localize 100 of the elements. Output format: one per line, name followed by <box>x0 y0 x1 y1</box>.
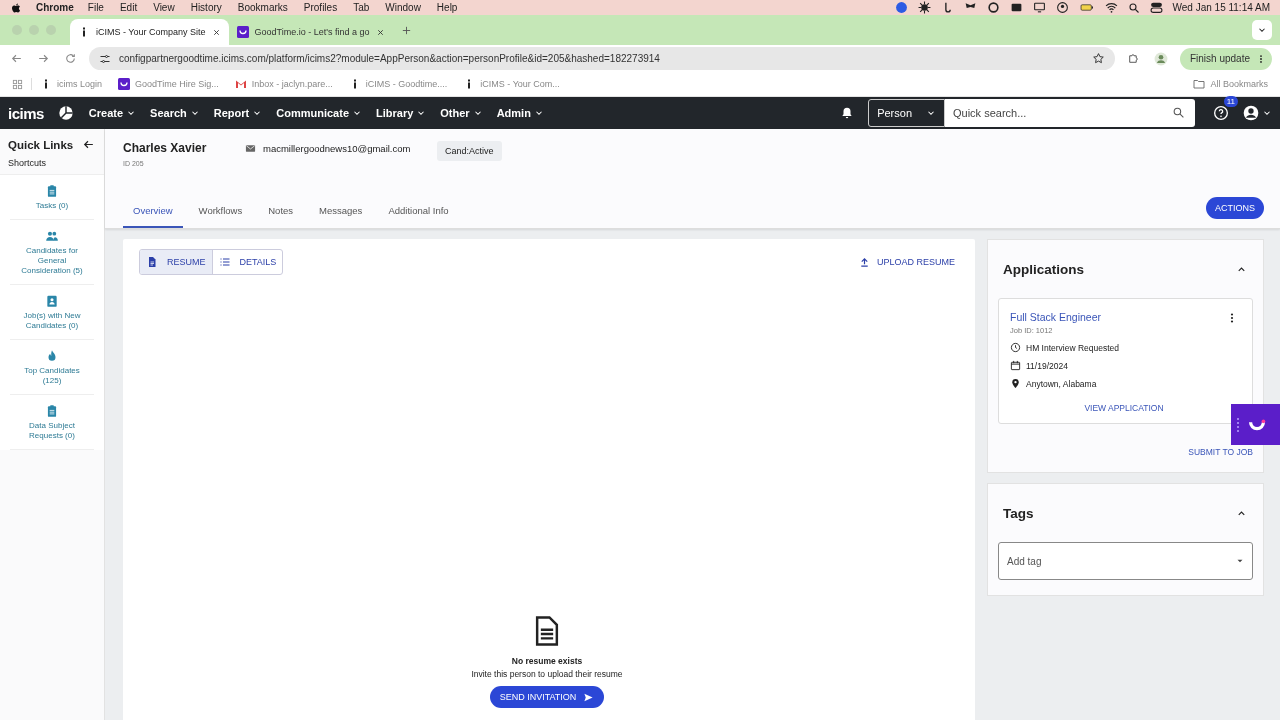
reload-icon[interactable] <box>64 52 77 65</box>
nav-menu[interactable]: Admin <box>489 107 551 119</box>
send-invitation-button[interactable]: SEND INVITATION <box>489 686 605 708</box>
upload-resume-button[interactable]: UPLOAD RESUME <box>858 256 955 268</box>
zoom-icon[interactable] <box>894 1 908 14</box>
avatar-icon <box>1243 105 1259 121</box>
clock: Wed Jan 15 11:14 AM <box>1172 2 1270 13</box>
battery-icon[interactable] <box>1078 1 1095 14</box>
chat-widget-button[interactable] <box>1231 404 1280 445</box>
menu-item[interactable]: Tab <box>353 2 370 13</box>
browser-tab[interactable]: GoodTime.io - Let's find a go <box>228 19 393 45</box>
shortcut-link[interactable]: Candidates for General Consideration (5) <box>10 220 94 285</box>
sidebar-title: Quick Links <box>8 138 74 151</box>
upload-icon <box>858 256 870 268</box>
close-icon[interactable] <box>375 27 385 37</box>
view-application-button[interactable]: VIEW APPLICATION <box>1084 403 1164 413</box>
job-title-link[interactable]: Full Stack Engineer <box>1010 311 1102 323</box>
profile-icon[interactable] <box>1153 51 1168 66</box>
menu-item[interactable]: Window <box>385 2 421 13</box>
folder-icon <box>1193 78 1206 90</box>
bookmark[interactable]: GoodTime Hire Sig... <box>118 78 219 90</box>
apps-icon[interactable] <box>12 78 23 90</box>
shortcut-link[interactable]: Tasks (0) <box>10 175 94 220</box>
profile-tab[interactable]: Notes <box>258 195 304 228</box>
empty-state-message: Invite this person to upload their resume <box>471 669 623 679</box>
view-toggle-button[interactable]: DETAILS <box>211 250 283 274</box>
back-icon[interactable] <box>10 52 23 65</box>
bookmark[interactable]: iCIMS - Goodtime.... <box>348 78 448 90</box>
finish-update-button[interactable]: Finish update <box>1179 47 1272 70</box>
plus-icon[interactable] <box>400 24 412 36</box>
application-date: 11/19/2024 <box>1026 360 1068 371</box>
shortcut-link[interactable]: Job(s) with New Candidates (0) <box>10 285 94 340</box>
pie-chart-icon[interactable] <box>57 105 74 121</box>
application-status: HM Interview Requested <box>1026 342 1120 353</box>
tag-dropdown[interactable]: Add tag <box>998 542 1253 580</box>
clipboard-icon <box>45 404 59 418</box>
status-badge: Cand:Active <box>437 141 502 161</box>
calendar-icon <box>1010 360 1021 371</box>
quick-search-field[interactable]: Quick search... <box>945 99 1195 127</box>
notification-badge: 11 <box>1223 96 1238 107</box>
account-menu[interactable] <box>1243 105 1272 121</box>
email-address: macmillergoodnews10@gmail.com <box>263 143 411 154</box>
forward-icon[interactable] <box>37 52 50 65</box>
nav-menu[interactable]: Report <box>206 107 270 119</box>
nav-menu[interactable]: Search <box>143 107 207 119</box>
view-toggle-button[interactable]: RESUME <box>140 250 212 274</box>
menu-item[interactable]: Profiles <box>303 2 338 13</box>
back-arrow-icon[interactable] <box>82 138 95 151</box>
profile-tab[interactable]: Additional Info <box>378 195 459 228</box>
menu-item[interactable]: Help <box>436 2 458 13</box>
monitor-icon[interactable] <box>1032 1 1046 14</box>
profile-tab[interactable]: Messages <box>309 195 373 228</box>
nav-menu[interactable]: Communicate <box>269 107 369 119</box>
search-icon[interactable] <box>1127 1 1140 14</box>
menu-item[interactable]: Bookmarks <box>237 2 288 13</box>
apple-icon <box>10 1 22 14</box>
bookmark[interactable]: Inbox - jaclyn.pare... <box>234 78 333 90</box>
profile-tab[interactable]: Workflows <box>188 195 253 228</box>
star-icon[interactable] <box>1091 52 1105 65</box>
nav-menu[interactable]: Other <box>433 107 490 119</box>
panel-title: Applications <box>1003 261 1084 277</box>
user-icon[interactable] <box>1055 1 1069 14</box>
mail-icon <box>234 78 247 90</box>
logo[interactable]: icims <box>8 104 44 122</box>
help-icon[interactable] <box>1213 105 1229 121</box>
sun-icon[interactable] <box>917 1 931 14</box>
shortcut-link[interactable]: Data Subject Requests (0) <box>10 395 94 450</box>
all-bookmarks-button[interactable]: All Bookmarks <box>1193 78 1268 90</box>
menu-item[interactable]: History <box>190 2 222 13</box>
document-icon <box>146 256 158 268</box>
circle-icon[interactable] <box>986 1 1000 14</box>
list-icon <box>218 256 231 268</box>
browser-tab[interactable]: iCIMS - Your Company Site <box>70 19 229 45</box>
menu-item[interactable]: File <box>87 2 104 13</box>
app-menu[interactable]: Chrome <box>36 2 74 13</box>
panel-title: Tags <box>1003 505 1034 521</box>
search-scope-dropdown[interactable]: Person <box>868 99 945 127</box>
tune-icon[interactable] <box>99 52 111 65</box>
shortcut-link[interactable]: Top Candidates (125) <box>10 340 94 395</box>
menu-item[interactable]: View <box>153 2 175 13</box>
address-bar[interactable]: configpartnergoodtime.icims.com/platform/icims2?module=AppPerson&action=personProfile&id=205&hashed=182273914 <box>89 47 1115 70</box>
logo-icon <box>236 26 249 38</box>
mail-icon <box>245 143 256 154</box>
wifi-icon[interactable] <box>1104 1 1118 14</box>
nav-menu[interactable]: Create <box>81 107 144 119</box>
menu-item[interactable]: Edit <box>119 2 138 13</box>
profile-tab[interactable]: Overview <box>123 195 183 228</box>
send-icon <box>583 691 595 703</box>
clock-icon <box>1010 342 1021 353</box>
submit-to-job-button[interactable]: SUBMIT TO JOB <box>1188 447 1253 457</box>
people-icon <box>45 229 59 243</box>
window-icon[interactable] <box>1009 1 1023 14</box>
close-icon[interactable] <box>211 27 221 37</box>
search-icon[interactable] <box>1172 106 1185 119</box>
bookmark[interactable]: icims Login <box>40 78 103 90</box>
toggle-icon[interactable] <box>1149 1 1163 14</box>
nav-menu[interactable]: Library <box>369 107 434 119</box>
bookmark[interactable]: iCIMS - Your Com... <box>463 78 560 90</box>
clipboard-icon <box>45 184 59 198</box>
actions-button[interactable]: ACTIONS <box>1206 196 1264 219</box>
